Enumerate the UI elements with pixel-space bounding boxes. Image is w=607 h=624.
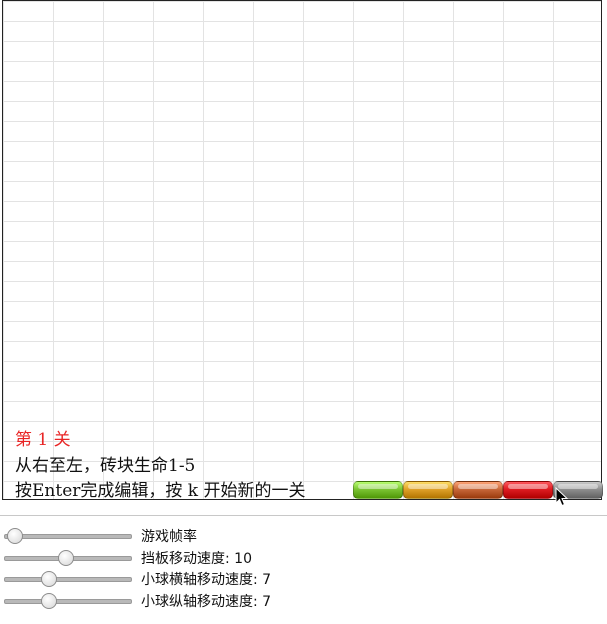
- paddle-speed-label: 挡板移动速度: 10: [141, 551, 252, 567]
- palette-brick-copper[interactable]: [453, 481, 503, 499]
- divider: [0, 515, 607, 516]
- game-canvas[interactable]: 第 1 关 从右至左，砖块生命1-5 按Enter完成编辑，按 k 开始新的一关: [2, 0, 603, 507]
- paddle-speed-slider[interactable]: [4, 549, 132, 567]
- ball-x-speed-slider[interactable]: [4, 570, 132, 588]
- slider-thumb[interactable]: [40, 571, 57, 587]
- slider-thumb[interactable]: [7, 528, 24, 544]
- ball-x-speed-control: 小球横轴移动速度: 7: [4, 570, 271, 588]
- ball-y-speed-slider[interactable]: [4, 592, 132, 610]
- fps-control: 游戏帧率: [4, 527, 197, 545]
- fps-slider[interactable]: [4, 527, 132, 545]
- paddle-speed-control: 挡板移动速度: 10: [4, 549, 252, 567]
- ball-y-speed-label: 小球纵轴移动速度: 7: [141, 594, 272, 610]
- edit-hint-text: 按Enter完成编辑，按 k 开始新的一关: [15, 481, 306, 501]
- slider-track: [4, 577, 132, 582]
- fps-label: 游戏帧率: [141, 529, 197, 545]
- brick-life-rule-text: 从右至左，砖块生命1-5: [15, 456, 196, 476]
- mouse-pointer-icon: [555, 487, 569, 507]
- ball-y-speed-control: 小球纵轴移动速度: 7: [4, 592, 271, 610]
- ball-x-speed-label: 小球横轴移动速度: 7: [141, 572, 272, 588]
- slider-track: [4, 599, 132, 604]
- palette-brick-orange[interactable]: [403, 481, 453, 499]
- slider-thumb[interactable]: [40, 593, 57, 609]
- palette-brick-green[interactable]: [353, 481, 403, 499]
- level-label: 第 1 关: [15, 430, 71, 450]
- slider-thumb[interactable]: [57, 550, 74, 566]
- palette-brick-red[interactable]: [503, 481, 553, 499]
